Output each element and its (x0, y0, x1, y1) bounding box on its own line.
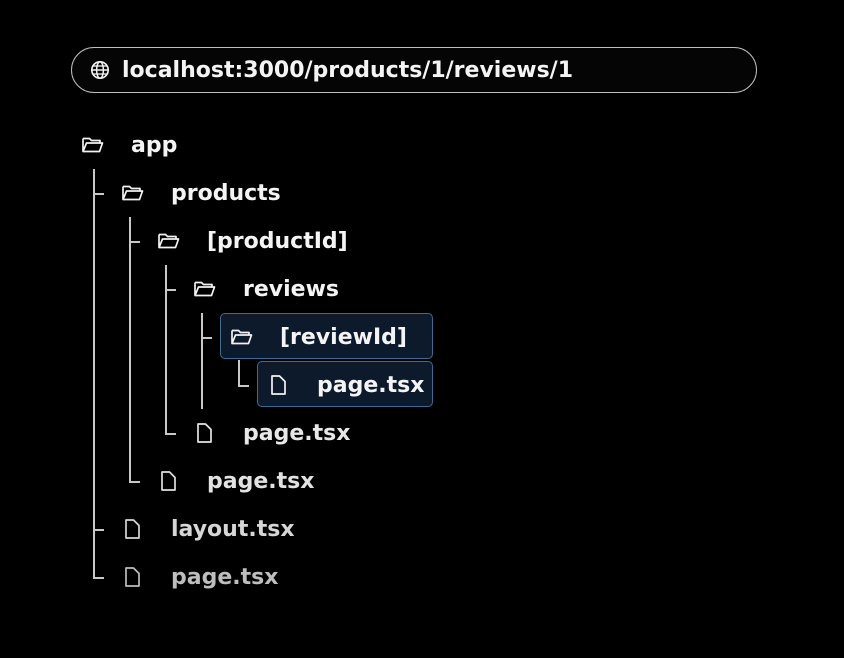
tree-node-label: layout.tsx (171, 517, 295, 542)
tree-node-label: products (171, 181, 281, 206)
file-icon (271, 375, 286, 395)
folder-icon (122, 185, 144, 201)
folder-icon (194, 281, 216, 297)
file-icon (197, 423, 212, 443)
tree-node-label: page.tsx (317, 373, 425, 398)
file-icon (125, 519, 140, 539)
tree-node-label: page.tsx (207, 469, 315, 494)
tree-node-label: app (131, 133, 178, 158)
folder-icon (158, 233, 180, 249)
tree-node-label: page.tsx (171, 565, 279, 590)
file-icon (161, 471, 176, 491)
tree-node-label: [productId] (207, 229, 348, 254)
tree-node-label: page.tsx (243, 421, 351, 446)
folder-icon (82, 137, 104, 153)
file-icon (125, 567, 140, 587)
folder-icon (231, 329, 253, 345)
tree-node-label: [reviewId] (280, 325, 407, 350)
tree-connectors (93, 169, 249, 579)
tree-node-label: reviews (243, 277, 339, 302)
